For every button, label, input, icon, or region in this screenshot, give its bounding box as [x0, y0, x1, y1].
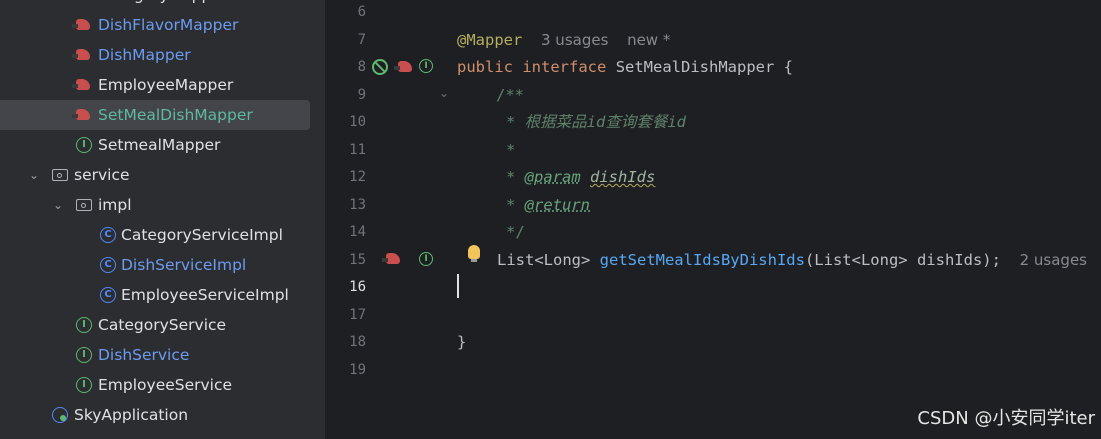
line-number: 15 [349, 252, 366, 268]
tree-item-label: impl [98, 196, 132, 214]
fold-chevron-icon[interactable]: ⌄ [439, 86, 455, 102]
tree-item-dish-flavor-mapper[interactable]: DishFlavorMapper [0, 10, 310, 40]
interface-name: SetMealDishMapper { [615, 58, 793, 76]
tree-item-category-mapper[interactable]: CategoryMapper [0, 0, 310, 10]
package-folder-icon [76, 199, 92, 211]
chevron-down-icon[interactable]: ⌄ [27, 160, 41, 190]
tree-item-setmeal-dish-mapper[interactable]: SetMealDishMapper [0, 100, 310, 130]
implemented-icon[interactable]: I [419, 252, 433, 266]
doc-star: * [506, 196, 525, 214]
mybatis-bird-icon[interactable] [382, 253, 400, 264]
line-number: 9 [357, 87, 366, 103]
tree-item-label: EmployeeMapper [98, 76, 234, 94]
line-number: 11 [349, 142, 366, 158]
code-line-11: * [506, 141, 516, 159]
code-line-18: } [457, 333, 467, 351]
mybatis-bird-icon[interactable] [394, 61, 412, 72]
tree-item-category-service[interactable]: I CategoryService [0, 310, 310, 340]
tree-item-impl-folder[interactable]: ⌄ impl [0, 190, 310, 220]
text-caret [457, 274, 459, 298]
interface-icon: I [76, 137, 92, 153]
chevron-down-icon[interactable]: ⌄ [51, 190, 65, 220]
keyword: public [457, 58, 513, 76]
line-number-current: 16 [349, 279, 366, 295]
line-number: 7 [357, 32, 366, 48]
spring-app-icon [52, 407, 68, 423]
code-line-14: */ [506, 223, 525, 241]
tree-item-label: DishServiceImpl [121, 256, 247, 274]
line-number: 8 [357, 59, 366, 75]
tree-item-dish-service[interactable]: I DishService [0, 340, 310, 370]
interface-icon: I [76, 317, 92, 333]
line-number: 19 [349, 362, 366, 378]
param-name: dishIds [590, 168, 656, 186]
usages-hint[interactable]: 2 usages [1020, 251, 1087, 269]
mybatis-bird-icon [76, 0, 92, 3]
tree-item-label: CategoryMapper [98, 0, 227, 10]
watermark: CSDN @小安同学iter [917, 408, 1095, 429]
line-number: 10 [349, 114, 366, 130]
no-datasource-icon[interactable] [372, 59, 388, 75]
mybatis-bird-icon [72, 47, 92, 63]
tree-item-service-folder[interactable]: ⌄ service [0, 160, 310, 190]
code-line-10: * 根据菜品id查询套餐id [506, 113, 686, 131]
tree-item-label: DishFlavorMapper [98, 16, 239, 34]
line-number: 18 [349, 334, 366, 350]
line-number: 13 [349, 197, 366, 213]
code-line-7: @Mapper 3 usages new * [457, 26, 670, 54]
interface-icon: I [76, 347, 92, 363]
doc-star: * [506, 168, 525, 186]
interface-icon: I [76, 377, 92, 393]
tree-item-employee-service-impl[interactable]: C EmployeeServiceImpl [0, 280, 310, 310]
tree-item-employee-service[interactable]: I EmployeeService [0, 370, 310, 400]
line-number: 14 [349, 224, 366, 240]
line-number: 17 [349, 307, 366, 323]
code-line-13: * @return [506, 191, 590, 219]
tree-item-label: DishMapper [98, 46, 191, 64]
tree-item-label: SetMealDishMapper [98, 106, 253, 124]
tree-item-label: SkyApplication [74, 406, 189, 424]
tree-item-label: service [74, 166, 130, 184]
tree-item-label: SetmealMapper [98, 136, 221, 154]
mybatis-bird-icon [72, 107, 92, 123]
tree-item-setmeal-mapper[interactable]: I SetmealMapper [0, 130, 310, 160]
tree-item-label: EmployeeServiceImpl [121, 286, 289, 304]
code-editor[interactable]: @Mapper 3 usages new * public interface … [454, 0, 1101, 439]
tree-item-category-service-impl[interactable]: C CategoryServiceImpl [0, 220, 310, 250]
editor-gutter[interactable]: 6 7 8 9 10 11 12 13 14 15 16 17 18 19 I … [326, 0, 454, 439]
javadoc-tag: @return [524, 196, 590, 214]
annotation-text: @Mapper [457, 31, 523, 49]
tree-item-employee-mapper[interactable]: EmployeeMapper [0, 70, 310, 100]
line-number: 6 [357, 4, 366, 20]
lightbulb-icon[interactable] [468, 245, 480, 262]
code-line-12: * @param dishIds [506, 163, 655, 191]
project-tree: CategoryMapper DishFlavorMapper DishMapp… [0, 0, 325, 439]
usages-hint[interactable]: 3 usages [541, 31, 608, 49]
line-number: 12 [349, 169, 366, 185]
javadoc-tag: @param [524, 168, 581, 186]
method-name: getSetMealIdsByDishIds [599, 251, 805, 269]
tree-item-label: EmployeeService [98, 376, 233, 394]
tree-item-label: CategoryServiceImpl [121, 226, 283, 244]
tree-item-dish-mapper[interactable]: DishMapper [0, 40, 310, 70]
author-hint[interactable]: new * [627, 31, 670, 49]
code-line-9: /** [496, 86, 524, 104]
class-icon: C [100, 257, 116, 273]
class-icon: C [100, 227, 116, 243]
tree-item-label: DishService [98, 346, 190, 364]
mybatis-bird-icon [72, 17, 92, 33]
code-line-15: List<Long> getSetMealIdsByDishIds(List<L… [497, 246, 1087, 274]
return-type: List<Long> [497, 251, 600, 269]
keyword: interface [522, 58, 607, 76]
implemented-icon[interactable]: I [419, 59, 433, 73]
method-args: (List<Long> dishIds); [804, 251, 1001, 269]
tree-item-label: CategoryService [98, 316, 227, 334]
mybatis-bird-icon [72, 77, 92, 93]
tree-item-dish-service-impl[interactable]: C DishServiceImpl [0, 250, 310, 280]
package-folder-icon [52, 169, 68, 181]
class-icon: C [100, 287, 116, 303]
code-line-8: public interface SetMealDishMapper { [457, 53, 793, 81]
tree-item-sky-application[interactable]: SkyApplication [0, 400, 310, 430]
